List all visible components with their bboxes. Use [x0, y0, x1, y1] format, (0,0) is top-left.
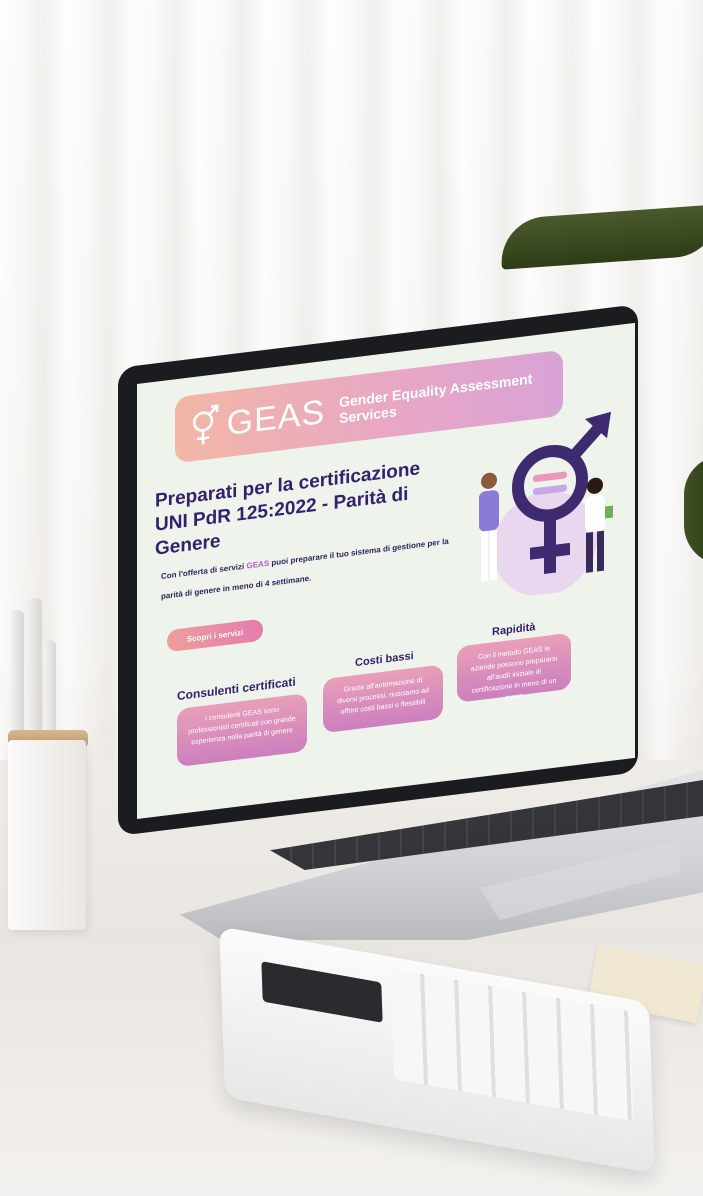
pen [26, 598, 42, 750]
feature-box: I consulenti GEAS sono professionisti ce… [177, 693, 307, 768]
pen-holder [8, 740, 86, 930]
photo-scene: GEAS Gender Equality Assessment Services… [0, 0, 703, 1196]
pen [10, 610, 24, 750]
intro-brand-highlight: GEAS [246, 558, 270, 571]
laptop-screen: GEAS Gender Equality Assessment Services… [137, 322, 635, 819]
feature-box: Grazie all'automazione di diversi proces… [323, 664, 443, 734]
discover-services-button[interactable]: Scopri i servizi [167, 618, 263, 653]
brand-name: GEAS [226, 392, 326, 443]
feature-title: Costi bassi [355, 650, 414, 670]
intro-text-start: Con l'offerta di servizi [161, 561, 247, 582]
feature-box: Con il metodo GEAS le aziende possono pr… [457, 632, 571, 703]
feature-title: Rapidità [492, 621, 536, 639]
gender-symbol-icon [192, 404, 219, 445]
gender-equality-illustration [479, 411, 613, 597]
